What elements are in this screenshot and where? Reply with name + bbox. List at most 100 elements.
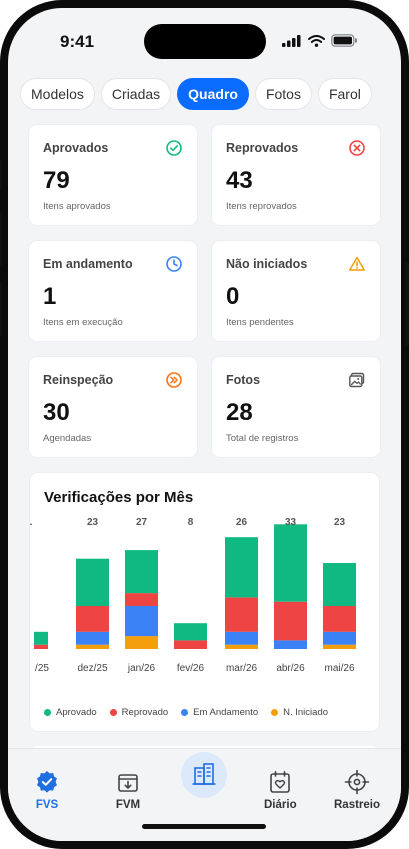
side-button-power	[405, 262, 409, 346]
card-reprovados[interactable]: Reprovados 43 Itens reprovados	[211, 124, 381, 226]
bar-segment-reprovado	[323, 606, 356, 632]
bar-segment-aprovado	[174, 623, 207, 641]
side-button-volume-up	[0, 212, 2, 266]
card-subtitle: Agendadas	[43, 433, 92, 444]
chart-title: Verificações por Mês	[44, 489, 194, 506]
bar-segment-aprovado	[125, 550, 158, 594]
bar-segment-aprovado	[323, 563, 356, 606]
legend-item: Aprovado	[44, 707, 97, 718]
tab-label: Quadro	[188, 86, 238, 102]
side-button-volume-down	[0, 282, 2, 336]
warning-icon	[349, 256, 365, 271]
card-value: 43	[226, 167, 253, 194]
bar-segment-aprovado	[225, 537, 258, 598]
tab-label: Criadas	[111, 86, 161, 102]
card-title: Reinspeção	[43, 373, 114, 387]
bar-segment-reprovado	[274, 601, 307, 641]
bar-segment-aprovado	[76, 558, 109, 606]
tab-modelos[interactable]: Modelos	[20, 78, 95, 110]
card-aprovados[interactable]: Aprovados 79 Itens aprovados	[28, 124, 198, 226]
tab-bar: Modelos Criadas Quadro Fotos Farol	[20, 78, 372, 110]
card-value: 30	[43, 399, 70, 426]
card-subtitle: Itens aprovados	[43, 201, 111, 212]
signal-icon	[282, 34, 301, 47]
x-tick-label: mar/26	[226, 663, 258, 674]
card-title: Fotos	[226, 373, 261, 387]
bar-segment-reprovado	[225, 597, 258, 632]
nav-label: FVS	[35, 799, 59, 811]
photo-icon	[349, 372, 365, 388]
nav-center-button[interactable]	[181, 752, 227, 798]
nav-item-diario[interactable]: Diário	[264, 769, 297, 811]
bar-total-label: 27	[136, 517, 148, 528]
card-subtitle: Itens reprovados	[226, 201, 297, 212]
x-tick-label: mai/26	[324, 663, 354, 674]
legend-dot	[44, 709, 51, 716]
card-title: Aprovados	[43, 141, 109, 155]
nav-item-fvs[interactable]: FVS	[34, 769, 60, 811]
x-tick-label: /25	[35, 663, 49, 674]
bar-segment-em-andamento	[323, 631, 356, 645]
card-subtitle: Itens em execução	[43, 317, 123, 328]
x-tick-label: fev/26	[177, 663, 205, 674]
bar-segment-em-andamento	[125, 606, 158, 637]
bar-total-label: 26	[236, 517, 248, 528]
check-circle-icon	[166, 140, 182, 156]
phone-frame: 9:41 Modelos Criadas Quadro Fotos Farol …	[0, 0, 409, 849]
legend-label: Aprovado	[56, 707, 97, 718]
x-tick-label: abr/26	[276, 663, 305, 674]
tab-criadas[interactable]: Criadas	[100, 78, 172, 110]
tab-farol[interactable]: Farol	[317, 78, 372, 110]
buildings-icon	[192, 763, 216, 785]
card-reinspecao[interactable]: Reinspeção 30 Agendadas	[28, 356, 198, 458]
nav-item-fvm[interactable]: FVM	[115, 769, 141, 811]
card-title: Em andamento	[43, 257, 133, 271]
tab-fotos[interactable]: Fotos	[254, 78, 312, 110]
bar-total-label: 8	[188, 517, 194, 528]
legend-dot	[109, 709, 117, 716]
bar-segment-reprovado	[34, 644, 48, 649]
card-nao-iniciados[interactable]: Não iniciados 0 Itens pendentes	[211, 240, 381, 342]
bar-segment-aprovado	[34, 631, 48, 645]
fast-forward-icon	[166, 372, 182, 388]
nav-label: Rastreio	[334, 799, 381, 811]
card-em-andamento[interactable]: Em andamento 1 Itens em execução	[28, 240, 198, 342]
bar-total-label: 33	[285, 517, 297, 528]
bar-segment-aprovado	[274, 524, 307, 602]
verified-badge-icon	[37, 771, 57, 793]
card-fotos[interactable]: Fotos 28 Total de registros	[211, 356, 381, 458]
legend-item: Em Andamento	[181, 707, 258, 718]
card-value: 1	[43, 283, 57, 310]
card-value: 0	[226, 283, 240, 310]
x-tick-label: jan/26	[127, 663, 156, 674]
bar-segment-n-iniciado	[125, 636, 158, 649]
dynamic-island	[144, 24, 266, 59]
bar-total-label: 23	[87, 517, 99, 528]
tab-label: Fotos	[265, 86, 301, 102]
nav-label: FVM	[115, 799, 141, 811]
chart-card: Verificações por Mês . /25 23 dez/25 27 jan/2…	[29, 472, 380, 732]
legend-label: Em Andamento	[193, 707, 259, 718]
bar-segment-reprovado	[174, 640, 207, 649]
bar-segment-reprovado	[76, 606, 109, 632]
legend-dot	[181, 709, 189, 716]
chart-legend: Aprovado Reprovado Em Andamento N. Inici…	[44, 707, 328, 718]
legend-item: Reprovado	[109, 707, 168, 718]
card-value: 28	[226, 399, 253, 426]
nav-item-rastreio[interactable]: Rastreio	[334, 769, 380, 811]
home-indicator	[142, 824, 266, 829]
side-button-action	[0, 160, 2, 190]
wifi-icon	[308, 34, 325, 47]
card-subtitle: Itens pendentes	[226, 317, 294, 328]
legend-dot	[271, 709, 279, 716]
bar-segment-em-andamento	[76, 631, 109, 645]
tab-quadro[interactable]: Quadro	[177, 78, 249, 110]
bar-total-label: .	[30, 517, 33, 528]
bar-segment-n-iniciado	[323, 644, 356, 649]
tab-label: Modelos	[31, 86, 84, 102]
bar-segment-reprovado	[125, 593, 158, 606]
inbox-download-icon	[118, 774, 138, 792]
calendar-heart-icon	[270, 771, 291, 793]
bar-segment-em-andamento	[225, 631, 258, 645]
stacked-bar-chart: . /25 23 dez/25 27 jan/26 8 fev/26 26 mar/26 33 abr…	[30, 517, 356, 674]
